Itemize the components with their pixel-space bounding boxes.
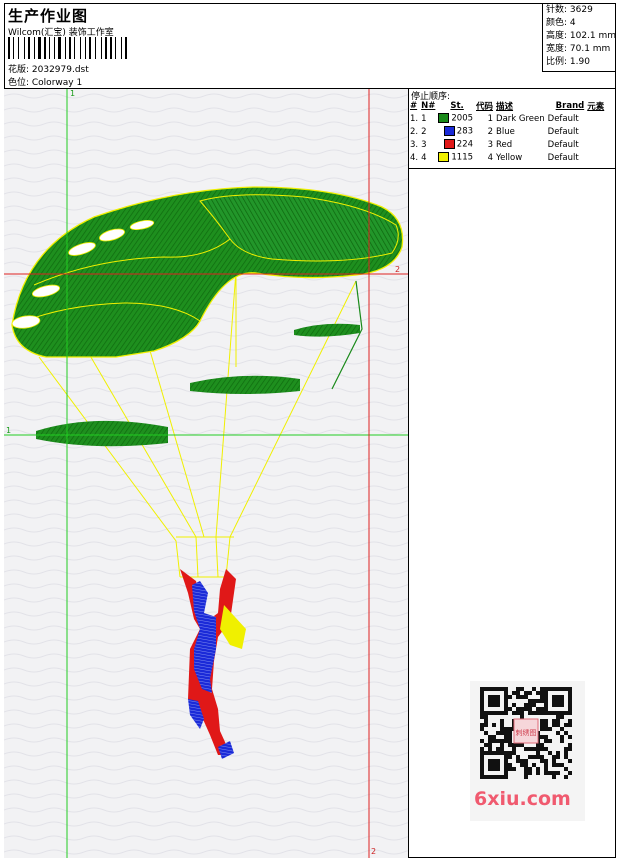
color-swatch: [443, 126, 455, 137]
color-swatch: [438, 152, 450, 163]
table-row: 4. 4 1115 4 Yellow Default: [410, 152, 579, 163]
stop-sequence-panel: 停止顺序: # N# St. 代码 描述 Brand 元素 1. 1 2005 …: [409, 89, 616, 169]
table-row: 3. 3 224 3 Red Default: [410, 139, 579, 150]
stop-table-header: # N# St. 代码 描述 Brand 元素: [410, 100, 607, 112]
col-stitches: St.: [450, 101, 464, 111]
col-description: 描述: [496, 102, 514, 112]
color-count: 颜色: 4: [546, 18, 576, 28]
design-canvas[interactable]: 1 1 2 2: [4, 89, 409, 858]
color-swatch: [443, 139, 455, 150]
table-row: 1. 1 2005 1 Dark Green Default: [410, 113, 579, 124]
stop-sequence-table: # N# St. 代码 描述 Brand 元素 1. 1 2005 1 Dark…: [410, 100, 607, 164]
design-stats: 针数: 3629 颜色: 4 高度: 102.1 mm 宽度: 70.1 mm …: [542, 3, 616, 72]
svg-text:刺绣图: 刺绣图: [516, 728, 537, 737]
guide-label-h2: 2: [395, 265, 401, 274]
design-file: 花版: 2032979.dst: [8, 65, 89, 75]
watermark-brand: 6xiu.com: [474, 788, 571, 810]
table-row: 2. 2 283 2 Blue Default: [410, 126, 579, 137]
col-number: N#: [421, 101, 436, 111]
design-scale: 比例: 1.90: [546, 57, 590, 67]
page-title: 生产作业图: [8, 7, 89, 25]
color-swatch: [438, 113, 450, 124]
colorway: 色位: Colorway 1: [8, 78, 83, 88]
sheet-header: 生产作业图 Wilcom(汇宝) 装饰工作室 花版: 2032979.dst 色…: [4, 3, 616, 89]
col-brand: Brand: [555, 101, 585, 111]
guide-label-h1: 1: [6, 426, 12, 435]
design-height: 高度: 102.1 mm: [546, 31, 617, 41]
col-element: 元素: [587, 102, 605, 112]
col-code: 代码: [476, 102, 494, 112]
guide-label-v1: 1: [70, 89, 76, 98]
col-index: #: [410, 101, 418, 111]
barcode: [8, 37, 127, 59]
guide-label-v2: 2: [371, 847, 377, 856]
stitch-count: 针数: 3629: [546, 5, 593, 15]
design-width: 宽度: 70.1 mm: [546, 44, 611, 54]
